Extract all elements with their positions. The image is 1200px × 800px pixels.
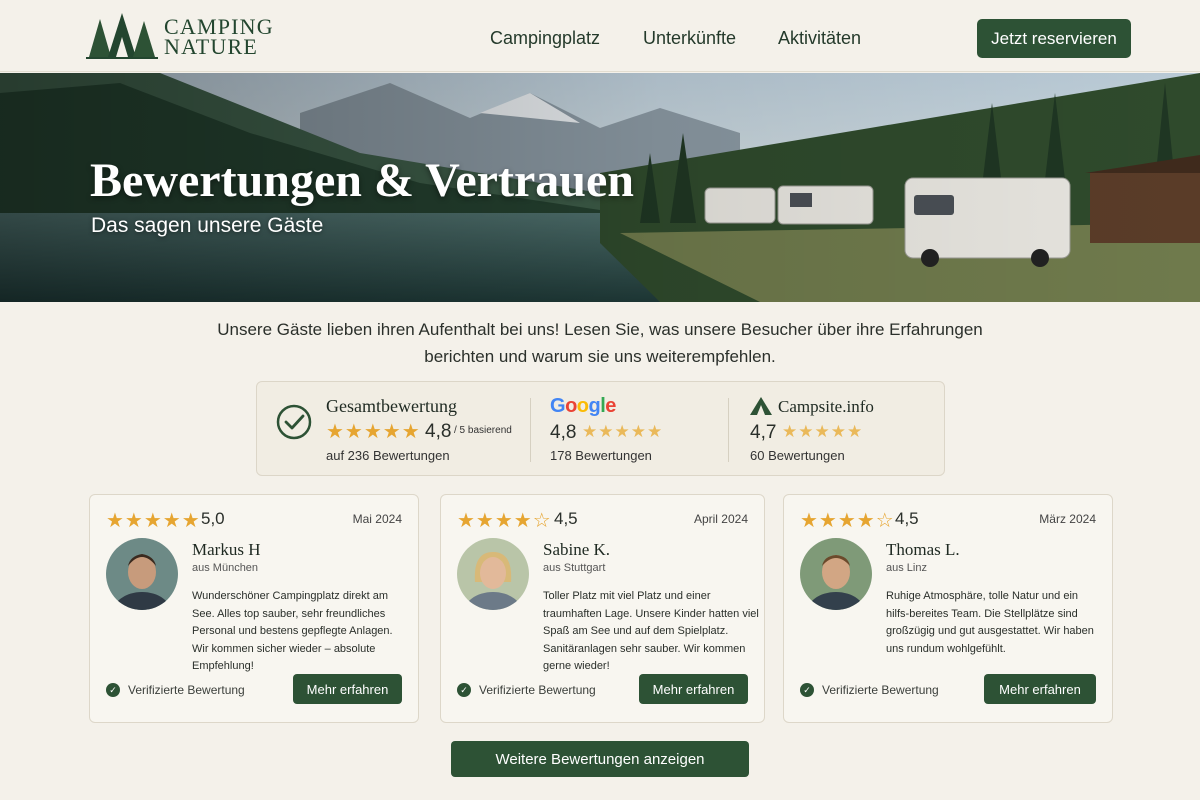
review-card: ★★★★☆ 4,5 März 2024 Thomas L. aus Linz R… xyxy=(783,494,1113,723)
reserve-button[interactable]: Jetzt reservieren xyxy=(977,19,1131,58)
avatar xyxy=(106,538,178,610)
check-icon: ✓ xyxy=(800,683,814,697)
rating-summary: Gesamtbewertung ★★★★★ 4,8 / 5 basierend … xyxy=(256,381,945,476)
review-text: Toller Platz mit viel Platz und einer tr… xyxy=(543,590,759,672)
intro-text: Unsere Gäste lieben ihren Aufenthalt bei… xyxy=(217,320,983,366)
reviewer-location: aus München xyxy=(192,562,259,574)
reviewer-location: aus Linz xyxy=(886,562,927,574)
overall-score: 4,8 xyxy=(425,421,452,442)
check-icon: ✓ xyxy=(106,683,120,697)
review-text: Wunderschöner Campingplatz direkt am See… xyxy=(192,590,393,672)
review-card: ★★★★☆ 4,5 April 2024 Sabine K. aus Stutt… xyxy=(440,494,765,723)
more-button[interactable]: Mehr erfahren xyxy=(639,674,748,704)
reviewer-location: aus Stuttgart xyxy=(543,562,606,574)
hero-subtitle: Das sagen unsere Gäste xyxy=(91,214,324,237)
logo[interactable]: CAMPING NATURE xyxy=(86,12,276,62)
reviewer-name: Markus H xyxy=(192,540,261,559)
hero-banner: Bewertungen & Vertrauen Das sagen unsere… xyxy=(0,73,1200,302)
google-stars: ★★★★★ xyxy=(582,422,664,441)
overall-stars: ★★★★★ xyxy=(326,421,421,443)
nav-unterkuenfte[interactable]: Unterkünfte xyxy=(643,28,736,49)
divider xyxy=(728,398,729,462)
review-date: April 2024 xyxy=(693,512,748,526)
campsite-label: Campsite.info xyxy=(778,397,874,416)
google-count: 178 Bewertungen xyxy=(550,448,652,463)
review-stars: ★★★★★ xyxy=(106,510,201,532)
more-reviews-button[interactable]: Weitere Bewertungen anzeigen xyxy=(451,741,749,777)
verified-label: Verifizierte Bewertung xyxy=(822,683,939,697)
tent-icon xyxy=(750,397,772,415)
check-circle-icon xyxy=(276,404,312,440)
more-button[interactable]: Mehr erfahren xyxy=(984,674,1096,704)
avatar xyxy=(457,538,529,610)
hero-title: Bewertungen & Vertrauen xyxy=(90,154,634,207)
nav-aktivitaeten[interactable]: Aktivitäten xyxy=(778,28,861,49)
overall-title: Gesamtbewertung xyxy=(326,396,457,416)
verified-badge: ✓ Verifizierte Bewertung xyxy=(106,683,245,697)
site-header: CAMPING NATURE Campingplatz Unterkünfte … xyxy=(0,0,1200,72)
review-text: Ruhige Atmosphäre, tolle Natur und ein h… xyxy=(886,590,1094,655)
verified-label: Verifizierte Bewertung xyxy=(479,683,596,697)
review-stars: ★★★★☆ xyxy=(800,510,895,532)
review-rating: 5,0 xyxy=(201,509,225,528)
review-stars: ★★★★☆ xyxy=(457,510,552,532)
verified-label: Verifizierte Bewertung xyxy=(128,683,245,697)
check-icon: ✓ xyxy=(457,683,471,697)
campsite-stars: ★★★★★ xyxy=(782,422,864,441)
nav-campingplatz[interactable]: Campingplatz xyxy=(490,28,600,49)
pine-trees-icon xyxy=(86,13,158,59)
avatar xyxy=(800,538,872,610)
verified-badge: ✓ Verifizierte Bewertung xyxy=(457,683,596,697)
reviewer-name: Sabine K. xyxy=(543,540,611,559)
campsite-count: 60 Bewertungen xyxy=(750,448,845,463)
google-score: 4,8 xyxy=(550,422,577,443)
logo-line2: NATURE xyxy=(164,34,258,59)
review-card: ★★★★★ 5,0 Mai 2024 Markus H aus München … xyxy=(89,494,419,723)
overall-count: auf 236 Bewertungen xyxy=(326,448,450,463)
review-rating: 4,5 xyxy=(895,509,919,528)
review-date: Mai 2024 xyxy=(352,512,402,526)
google-logo: Google xyxy=(550,395,616,417)
divider xyxy=(530,398,531,462)
review-date: März 2024 xyxy=(1039,512,1096,526)
logo-text: CAMPING NATURE xyxy=(164,16,274,59)
campsite-score: 4,7 xyxy=(750,422,777,443)
overall-scale: / 5 basierend xyxy=(454,425,512,436)
reviewer-name: Thomas L. xyxy=(886,540,960,559)
verified-badge: ✓ Verifizierte Bewertung xyxy=(800,683,939,697)
more-button[interactable]: Mehr erfahren xyxy=(293,674,402,704)
review-rating: 4,5 xyxy=(554,509,578,528)
